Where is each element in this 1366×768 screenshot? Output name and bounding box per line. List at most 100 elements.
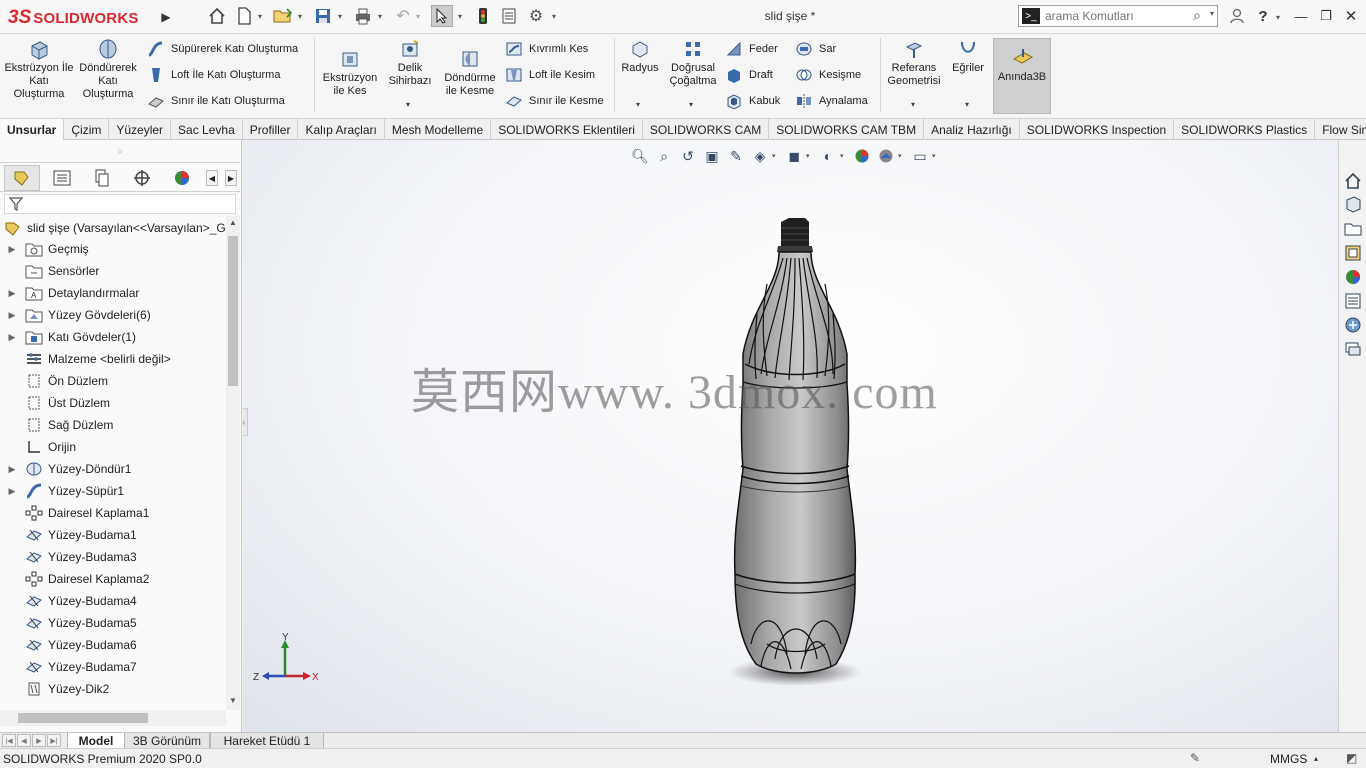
shell-button[interactable]: Kabuk	[724, 90, 780, 112]
swept-boss-button[interactable]: Süpürerek Katı Oluşturma	[146, 38, 298, 60]
swept-cut-button[interactable]: Kıvrımlı Kes	[504, 38, 588, 60]
apply-scene-icon[interactable]	[874, 146, 898, 166]
panel-tabs-right-arrow-icon[interactable]: ▶	[225, 170, 237, 186]
panel-collapse-handle[interactable]: ‹	[243, 408, 248, 436]
scroll-thumb[interactable]	[18, 713, 148, 723]
view-settings-dropdown-icon[interactable]: ▾	[932, 152, 942, 160]
hide-show-items-icon[interactable]: ◐	[816, 146, 840, 166]
tab-sheet-metal[interactable]: Sac Levha	[171, 119, 243, 140]
next-tab-icon[interactable]: ▶	[32, 734, 46, 747]
tree-item[interactable]: Üst Düzlem	[0, 392, 226, 414]
print-icon[interactable]	[352, 5, 374, 27]
solidworks-forum-icon[interactable]	[1342, 314, 1364, 336]
zoom-to-area-icon[interactable]: ⌕	[652, 146, 676, 166]
expand-arrow-icon[interactable]: ▶	[6, 310, 18, 321]
previous-tab-icon[interactable]: ◀	[17, 734, 31, 747]
view-orientation-dropdown-icon[interactable]: ▾	[772, 152, 782, 160]
tree-item[interactable]: ▶ Yüzey Gövdeleri(6)	[0, 304, 226, 326]
tree-item[interactable]: ▶ Geçmiş	[0, 238, 226, 260]
rebuild-traffic-light-icon[interactable]	[472, 5, 494, 27]
tree-item[interactable]: Yüzey-Budama7	[0, 656, 226, 678]
appearances-scenes-icon[interactable]	[1342, 266, 1364, 288]
lofted-boss-button[interactable]: Loft İle Katı Oluşturma	[146, 64, 280, 86]
display-style-icon[interactable]: ◼	[782, 146, 806, 166]
3dexperience-marketplace-icon[interactable]	[1342, 338, 1364, 360]
zoom-to-fit-icon[interactable]: 🔍︎	[628, 146, 652, 166]
wrap-button[interactable]: Sar	[794, 38, 836, 60]
panel-tabs-left-arrow-icon[interactable]: ◀	[206, 170, 218, 186]
bottle-3d-model[interactable]	[721, 214, 871, 732]
expand-arrow-icon[interactable]: ▶	[6, 464, 18, 475]
dimxpert-manager-tab-icon[interactable]	[124, 165, 160, 191]
boundary-boss-button[interactable]: Sınır ile Katı Oluşturma	[146, 90, 285, 112]
tab-flow-simulation[interactable]: Flow Simulation	[1315, 119, 1366, 140]
panel-grip-handle[interactable]: ○	[0, 140, 240, 162]
tree-item[interactable]: Dairesel Kaplama2	[0, 568, 226, 590]
extruded-boss-button[interactable]: Ekstrüzyon İle Katı Oluşturma	[4, 38, 74, 101]
extruded-cut-button[interactable]: Ekstrüzyon ile Kes	[318, 38, 382, 98]
options-dropdown-icon[interactable]: ▾	[552, 9, 560, 23]
tab-analysis-preparation[interactable]: Analiz Hazırlığı	[924, 119, 1020, 140]
solidworks-resources-home-icon[interactable]	[1342, 170, 1364, 192]
expand-arrow-icon[interactable]: ▶	[6, 486, 18, 497]
help-icon[interactable]: ?	[1252, 6, 1274, 26]
scroll-thumb[interactable]	[228, 236, 238, 386]
print-dropdown-icon[interactable]: ▾	[378, 9, 386, 23]
options-gear-icon[interactable]: ⚙	[525, 5, 547, 27]
draft-button[interactable]: Draft	[724, 64, 773, 86]
curves-button[interactable]: Eğriler	[946, 38, 990, 75]
undo-dropdown-icon[interactable]: ▾	[416, 9, 424, 23]
feature-manager-tab-icon[interactable]	[4, 165, 40, 191]
rebuild-status-icon[interactable]: ✎	[1190, 751, 1206, 767]
new-document-icon[interactable]	[233, 5, 255, 27]
tab-3d-views[interactable]: 3B Görünüm	[124, 733, 210, 748]
design-library-icon[interactable]	[1342, 193, 1364, 215]
view-orientation-icon[interactable]: ◈	[748, 146, 772, 166]
display-style-dropdown-icon[interactable]: ▾	[806, 152, 816, 160]
tree-item[interactable]: Sensörler	[0, 260, 226, 282]
rib-button[interactable]: Feder	[724, 38, 778, 60]
mirror-button[interactable]: Aynalama	[794, 90, 868, 112]
solidworks-logo[interactable]: 3S SOLIDWORKS	[8, 3, 154, 33]
tree-item[interactable]: ▶ Katı Gövdeler(1)	[0, 326, 226, 348]
search-commands-box[interactable]: >_ ⌕ ▾	[1018, 5, 1218, 27]
apply-scene-dropdown-icon[interactable]: ▾	[898, 152, 908, 160]
view-settings-icon[interactable]: ▭	[908, 146, 932, 166]
configuration-manager-tab-icon[interactable]	[84, 165, 120, 191]
tree-filter-field[interactable]	[4, 194, 236, 214]
section-view-icon[interactable]: ▣	[700, 146, 724, 166]
property-manager-tab-icon[interactable]	[44, 165, 80, 191]
expand-arrow-icon[interactable]: ▶	[6, 288, 18, 299]
restore-icon[interactable]: ❐	[1315, 6, 1337, 26]
minimize-icon[interactable]: —	[1290, 6, 1312, 26]
view-palette-icon[interactable]	[1342, 242, 1364, 264]
tree-item[interactable]: Malzeme <belirli değil>	[0, 348, 226, 370]
hole-wizard-button[interactable]: Delik Sihirbazı	[382, 38, 438, 88]
tree-item[interactable]: ▶ Yüzey-Döndür1	[0, 458, 226, 480]
save-icon[interactable]	[312, 5, 334, 27]
open-dropdown-icon[interactable]: ▾	[298, 9, 306, 23]
last-tab-icon[interactable]: ▶|	[47, 734, 61, 747]
tree-item[interactable]: Yüzey-Dik2	[0, 678, 226, 700]
new-dropdown-icon[interactable]: ▾	[258, 9, 266, 23]
custom-properties-icon[interactable]	[1342, 290, 1364, 312]
graphics-area[interactable]: ‹ 🔍︎ ⌕ ↺ ▣ ✎ ◈ ▾ ◼ ▾ ◐ ▾ ▾ ▭ ▾	[243, 140, 1338, 732]
tab-mesh-modeling[interactable]: Mesh Modelleme	[385, 119, 492, 140]
close-icon[interactable]: ✕	[1340, 6, 1362, 26]
curves-dropdown-icon[interactable]: ▾	[965, 100, 969, 109]
intersect-button[interactable]: Kesişme	[794, 64, 861, 86]
fillet-dropdown-icon[interactable]: ▾	[636, 100, 640, 109]
dynamic-annotation-icon[interactable]: ✎	[724, 146, 748, 166]
lofted-cut-button[interactable]: Loft ile Kesim	[504, 64, 595, 86]
tree-item[interactable]: ▶ Yüzey-Süpür1	[0, 480, 226, 502]
select-dropdown-icon[interactable]: ▾	[458, 9, 466, 23]
hide-show-dropdown-icon[interactable]: ▾	[840, 152, 850, 160]
tab-solidworks-plastics[interactable]: SOLIDWORKS Plastics	[1174, 119, 1316, 140]
tab-solidworks-cam-tbm[interactable]: SOLIDWORKS CAM TBM	[769, 119, 925, 140]
tree-item[interactable]: Ön Düzlem	[0, 370, 226, 392]
reference-geometry-button[interactable]: Referans Geometrisi	[884, 38, 944, 88]
tree-item[interactable]: Yüzey-Budama3	[0, 546, 226, 568]
undo-icon[interactable]: ↶	[392, 5, 414, 27]
file-properties-icon[interactable]	[498, 5, 520, 27]
revolved-cut-button[interactable]: Döndürme ile Kesme	[440, 38, 500, 98]
